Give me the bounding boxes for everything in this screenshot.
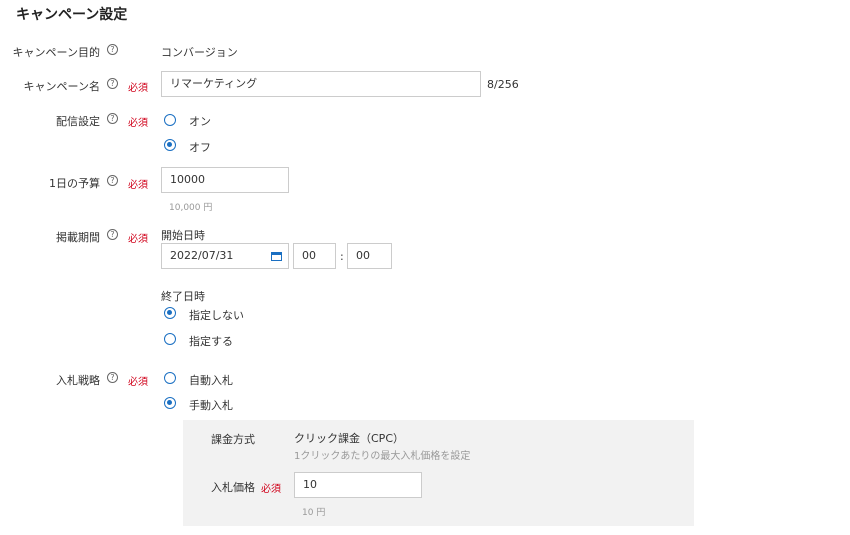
bid-price-label: 入札価格 [211,481,255,494]
start-minute-input[interactable]: 00 [347,243,392,269]
end-label: 終了日時 [161,290,205,303]
help-icon[interactable]: ? [107,113,118,124]
help-icon[interactable]: ? [107,78,118,89]
bidding-label: 入札戦略 [56,374,100,387]
required-badge: 必須 [128,180,148,191]
billing-description: 1クリックあたりの最大入札価格を設定 [294,451,471,462]
help-icon[interactable]: ? [107,44,118,55]
billing-label: 課金方式 [211,433,255,446]
bid-auto-radio[interactable] [164,372,176,384]
required-badge: 必須 [261,484,281,495]
bid-auto-label[interactable]: 自動入札 [189,372,233,388]
start-hour-input[interactable]: 00 [293,243,336,269]
calendar-icon[interactable] [271,252,282,261]
campaign-name-input[interactable]: リマーケティング [161,71,481,97]
delivery-on-label[interactable]: オン [189,113,211,129]
end-unspecified-radio[interactable] [164,307,176,319]
delivery-off-radio[interactable] [164,139,176,151]
campaign-name-label: キャンペーン名 [23,80,100,93]
bid-price-hint: 10 円 [302,508,326,518]
budget-input[interactable]: 10000 [161,167,289,193]
help-icon[interactable]: ? [107,372,118,383]
required-badge: 必須 [128,234,148,245]
required-badge: 必須 [128,377,148,388]
manual-bid-panel [183,420,694,526]
required-badge: 必須 [128,118,148,129]
delivery-on-radio[interactable] [164,114,176,126]
time-separator: : [340,250,344,263]
budget-hint: 10,000 円 [169,203,213,213]
help-icon[interactable]: ? [107,175,118,186]
delivery-off-label[interactable]: オフ [189,139,211,155]
bid-price-input[interactable]: 10 [294,472,422,498]
bid-manual-radio[interactable] [164,397,176,409]
bid-manual-label[interactable]: 手動入札 [189,397,233,413]
end-specified-label[interactable]: 指定する [189,333,233,349]
campaign-name-counter: 8/256 [487,78,519,91]
required-badge: 必須 [128,83,148,94]
period-label: 掲載期間 [56,231,100,244]
start-date-input[interactable]: 2022/07/31 [161,243,289,269]
end-specified-radio[interactable] [164,333,176,345]
objective-value: コンバージョン [161,46,238,59]
help-icon[interactable]: ? [107,229,118,240]
delivery-label: 配信設定 [56,115,100,128]
objective-label: キャンペーン目的 [12,46,100,59]
budget-label: 1日の予算 [49,177,100,190]
billing-value: クリック課金（CPC） [294,432,404,445]
page-title: キャンペーン設定 [16,7,128,23]
end-unspecified-label[interactable]: 指定しない [189,307,244,323]
start-label: 開始日時 [161,229,205,242]
